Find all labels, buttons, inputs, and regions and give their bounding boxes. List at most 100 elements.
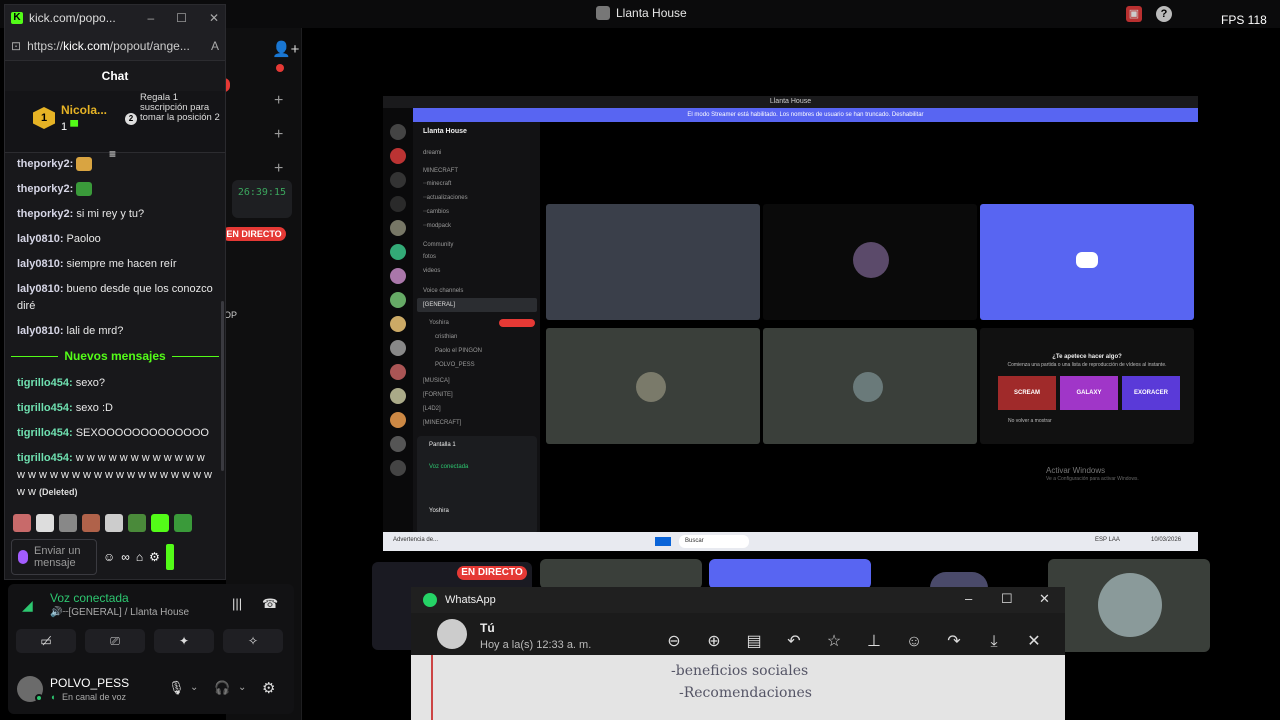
zoom-out-icon[interactable]: ⊖ [664,632,684,652]
chat-username[interactable]: laly0810: [17,283,63,295]
chat-username[interactable]: theporky2: [17,158,73,170]
whatsapp-logo-icon [423,593,437,607]
pin-icon[interactable]: ⊥ [864,632,884,652]
notification-dot-icon [276,64,284,72]
chat-username[interactable]: tigrillo454: [17,402,73,414]
chat-message: theporky2: [17,181,213,198]
page-info-icon[interactable]: ⊡ [11,39,21,53]
emote-icon[interactable] [59,514,77,532]
camera-off-button[interactable]: ▭̸ [16,629,76,653]
shared-window-title: Llanta House [383,96,1198,108]
download-icon[interactable]: ⤓ [984,632,1004,652]
add-friend-icon[interactable]: 👤+ [272,40,299,58]
chat-text: siempre me hacen reír [66,258,177,270]
address-bar[interactable]: ⊡ https://kick.com/popout/ange... A [5,31,225,61]
close-icon[interactable]: ✕ [1039,591,1050,607]
media-viewer-header: Tú Hoy a la(s) 12:33 a. m. [411,613,1065,655]
chevron-down-icon[interactable]: ⌄ [190,682,198,693]
chat-text: sexo? [75,377,106,389]
fps-counter: FPS 118 [1221,13,1267,27]
chat-username[interactable]: laly0810: [17,325,63,337]
star-icon[interactable]: ☆ [824,632,844,652]
minimize-icon[interactable]: – [965,591,972,606]
close-icon[interactable]: ✕ [209,11,219,25]
chat-input[interactable]: Enviar un mensaje [11,539,97,575]
maximize-icon[interactable]: ☐ [176,11,187,25]
window-controls: – ☐ ✕ [147,11,219,25]
caption-icon[interactable]: ▤ [744,632,764,652]
margin-line [431,655,433,720]
emote-icon[interactable] [128,514,146,532]
mic-icon[interactable] [18,550,28,564]
microphone-icon[interactable]: 🎙 [168,680,185,696]
activity-subtitle: Comienza una partida o una lista de repr… [1007,362,1167,368]
whatsapp-window: WhatsApp – ☐ ✕ Tú Hoy a la(s) 12:33 a. m… [411,587,1065,720]
chat-scrollbar[interactable] [221,301,224,471]
emote-icon[interactable] [151,514,169,532]
rank-2-prompt[interactable]: Regala 1 suscripción para tomar la posic… [140,93,220,123]
avatar[interactable] [437,619,467,649]
user-name[interactable]: POLVO_PESS [50,676,129,690]
forward-icon[interactable]: ↷ [944,632,964,652]
add-channel-icon-2[interactable]: + [274,126,283,144]
emoji-icon[interactable]: ☺ [103,550,115,564]
close-viewer-icon[interactable]: ✕ [1024,632,1044,652]
voice-status[interactable]: Voz conectada [50,591,129,605]
emote-icon[interactable] [105,514,123,532]
read-aloud-icon[interactable]: A [211,39,219,53]
emote-icon [76,157,93,172]
shared-screen: Llanta House El modo Streamer está habil… [383,96,1198,551]
screen-share-button[interactable]: ⎚ [85,629,145,653]
emote-icon[interactable] [13,514,31,532]
activities-button[interactable]: ✦ [154,629,214,653]
headphones-icon[interactable]: 🎧 [214,680,230,696]
shared-video-grid: ¿Te apetece hacer algo? Comienza una par… [540,122,1198,542]
chat-message: laly0810: siempre me hacen reír [17,256,213,273]
shared-voice-user: Yoshira [429,320,449,326]
chat-username[interactable]: theporky2: [17,208,73,220]
chat-message-list: theporky2: theporky2: theporky2: si mi r… [5,153,225,503]
soundboard-icon[interactable]: ||| [232,596,242,611]
pepe-emote-icon[interactable] [174,514,192,532]
shared-screen-label: Pantalla 1 [429,442,456,448]
inbox-icon[interactable]: ▣ [1126,6,1142,22]
settings-icon[interactable]: ⚙ [149,550,160,564]
user-settings-icon[interactable]: ⚙ [262,679,275,697]
chevron-down-icon-2[interactable]: ⌄ [238,682,246,693]
help-icon[interactable]: ? [1156,6,1172,22]
shared-channel-active: [GENERAL] [417,298,537,312]
minimize-icon[interactable]: – [147,11,154,25]
chat-username[interactable]: tigrillo454: [17,377,73,389]
infinity-icon[interactable]: ∞ [121,550,130,564]
url-host: kick.com [63,38,110,53]
store-icon[interactable]: ⌂ [136,550,143,564]
add-channel-icon[interactable]: + [274,92,283,110]
add-channel-icon-3[interactable]: + [274,160,283,178]
streamer-mode-banner: El modo Streamer está habilitado. Los no… [413,108,1198,122]
signal-icon: ◢ [22,597,33,613]
deleted-label: (Deleted) [39,487,78,497]
soundboard-button[interactable]: ✧ [223,629,283,653]
rank-1-name[interactable]: Nicola... [61,103,107,117]
emote-icon[interactable] [36,514,54,532]
disconnect-icon[interactable]: ☎ [262,596,278,612]
video-tile [1048,559,1210,652]
server-icon [390,436,406,452]
activity-panel: ¿Te apetece hacer algo? Comienza una par… [980,328,1194,444]
zoom-in-icon[interactable]: ⊕ [704,632,724,652]
taskbar-clock: 10/03/2026 [1151,537,1182,543]
chat-username[interactable]: tigrillo454: [17,452,73,464]
chat-username[interactable]: theporky2: [17,183,73,195]
send-button[interactable] [165,544,174,570]
chat-username[interactable]: laly0810: [17,233,63,245]
maximize-icon[interactable]: ☐ [1001,591,1013,607]
video-tile [540,559,702,589]
shared-channel: ┈minecraft [423,181,452,187]
voice-channel[interactable]: 🔊┈[GENERAL] / Llanta House [50,607,189,618]
chat-username[interactable]: laly0810: [17,258,63,270]
emoji-icon[interactable]: ☺ [904,632,924,652]
shared-voice-user: Paolo el PINGON [435,348,483,354]
chat-username[interactable]: tigrillo454: [17,427,73,439]
reply-icon[interactable]: ↶ [784,632,804,652]
emote-icon[interactable] [82,514,100,532]
